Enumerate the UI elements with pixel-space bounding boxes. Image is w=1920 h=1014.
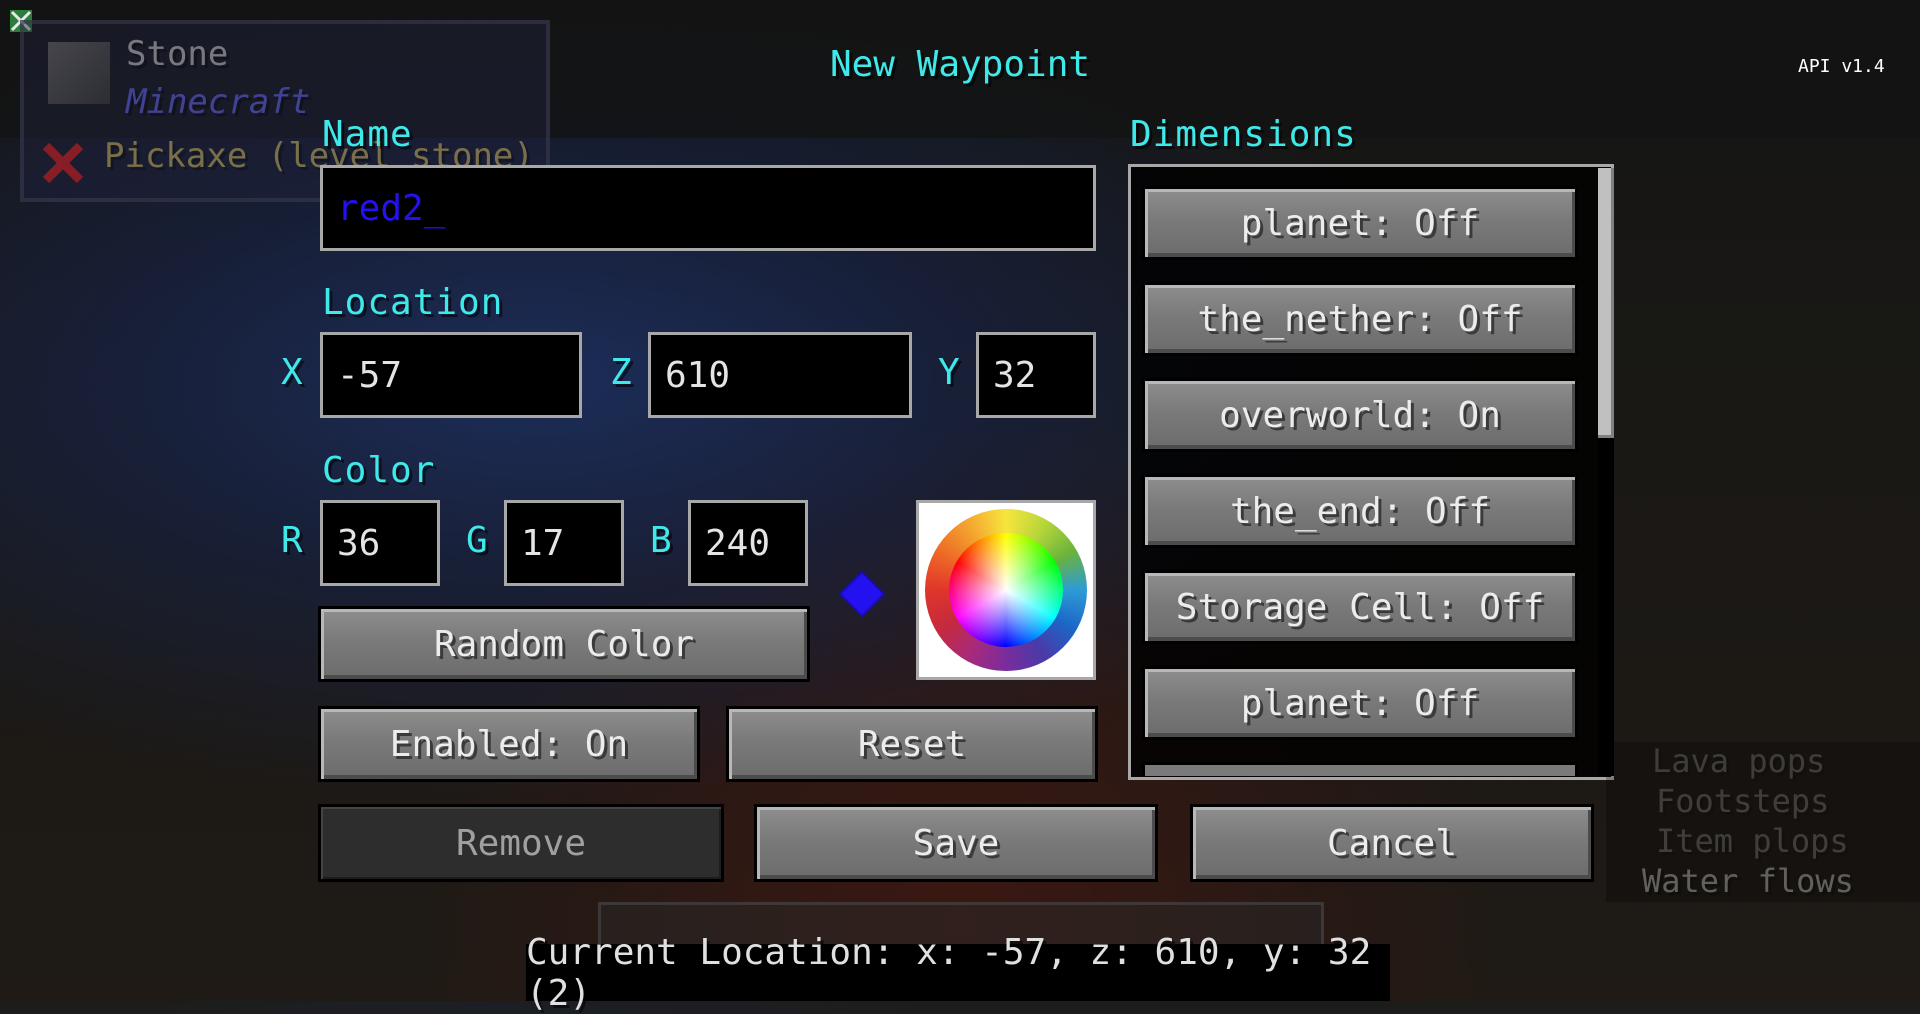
cross-icon — [40, 140, 86, 186]
dimension-toggle-partial[interactable] — [1142, 762, 1578, 776]
z-coordinate-input[interactable]: 610 — [648, 332, 912, 418]
dimension-toggle-overworld[interactable]: overworld: On — [1142, 378, 1578, 452]
y-coordinate-input[interactable]: 32 — [976, 332, 1096, 418]
page-title: New Waypoint — [829, 44, 1091, 85]
x-coordinate-input[interactable]: -57 — [320, 332, 582, 418]
dimension-toggle-storage-cell[interactable]: Storage Cell: Off — [1142, 570, 1578, 644]
color-preview-diamond — [838, 570, 886, 618]
red-input[interactable]: 36 — [320, 500, 440, 586]
green-input[interactable]: 17 — [504, 500, 624, 586]
subtitle-line: Water flows — [1642, 862, 1854, 900]
name-input[interactable]: red2_ — [320, 165, 1096, 251]
name-label: Name — [322, 114, 413, 155]
location-label: Location — [322, 282, 504, 323]
save-button[interactable]: Save — [754, 804, 1158, 882]
b-label: B — [650, 520, 673, 561]
dimension-toggle-the-end[interactable]: the_end: Off — [1142, 474, 1578, 548]
subtitle-line: Footsteps — [1656, 782, 1830, 820]
color-label: Color — [322, 450, 436, 491]
dimension-toggle-planet[interactable]: planet: Off — [1142, 186, 1578, 260]
g-label: G — [466, 520, 489, 561]
remove-button[interactable]: Remove — [318, 804, 724, 882]
api-version: API v1.4 — [1798, 56, 1885, 77]
dimension-toggle-planet-2[interactable]: planet: Off — [1142, 666, 1578, 740]
cancel-button[interactable]: Cancel — [1190, 804, 1594, 882]
color-wheel-picker[interactable] — [916, 500, 1096, 680]
dimensions-label: Dimensions — [1130, 114, 1357, 155]
hud-mod-name: Minecraft — [126, 82, 311, 122]
current-location-bar: Current Location: x: -57, z: 610, y: 32 … — [526, 932, 1390, 1014]
dimensions-scrollbar-thumb[interactable] — [1598, 168, 1614, 438]
y-label: Y — [938, 352, 961, 393]
r-label: R — [281, 520, 304, 561]
enabled-toggle-button[interactable]: Enabled: On — [318, 706, 700, 782]
z-label: Z — [610, 352, 633, 393]
reset-button[interactable]: Reset — [726, 706, 1098, 782]
subtitle-line: Lava pops — [1652, 742, 1826, 780]
random-color-button[interactable]: Random Color — [318, 606, 810, 682]
dimension-toggle-the-nether[interactable]: the_nether: Off — [1142, 282, 1578, 356]
x-label: X — [281, 352, 304, 393]
blue-input[interactable]: 240 — [688, 500, 808, 586]
subtitle-line: Item plops — [1656, 822, 1849, 860]
